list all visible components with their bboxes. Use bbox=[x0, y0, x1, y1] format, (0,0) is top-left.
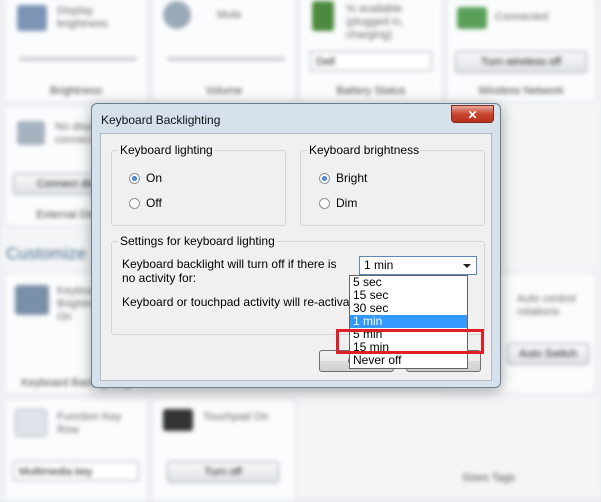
multimedia-key-select[interactable]: Multimedia key bbox=[13, 461, 139, 481]
dropdown-option[interactable]: Never off bbox=[350, 354, 467, 367]
settings-title: Settings for keyboard lighting bbox=[118, 234, 277, 248]
turn-off-touchpad-button[interactable]: Turn off bbox=[167, 461, 279, 483]
keyboard-brightness-group: Keyboard brightness Bright Dim bbox=[300, 143, 485, 226]
wireless-tile: Connected Turn wireless off Wireless Net… bbox=[446, 0, 596, 102]
power-plan-select[interactable]: Dell bbox=[310, 51, 432, 71]
battery-status-text: % available (plugged in, charging) bbox=[346, 3, 404, 41]
battery-tile: % available (plugged in, charging) Dell … bbox=[299, 0, 443, 102]
footer-text: Sizes Tags bbox=[462, 472, 515, 484]
volume-slider[interactable] bbox=[167, 57, 285, 61]
touchpad-icon bbox=[163, 409, 193, 431]
touchpad-text: Touchpad On bbox=[203, 411, 269, 423]
reactivate-label: Keyboard or touchpad activity will re-ac… bbox=[122, 295, 369, 309]
brightness-slider[interactable] bbox=[19, 57, 137, 61]
timeout-label: Keyboard backlight will turn off if ther… bbox=[122, 257, 337, 285]
brightness-caption: Brightness bbox=[50, 85, 102, 97]
touchpad-tile: Touchpad On Turn off bbox=[152, 398, 296, 502]
turn-wireless-off-button[interactable]: Turn wireless off bbox=[455, 51, 587, 73]
volume-caption: Volume bbox=[205, 85, 243, 97]
brightness-bright-label: Bright bbox=[336, 171, 368, 185]
wireless-bars-icon bbox=[457, 7, 487, 29]
brightness-dim-radio[interactable]: Dim bbox=[319, 196, 357, 210]
speaker-icon bbox=[163, 1, 191, 29]
lighting-on-label: On bbox=[146, 171, 163, 185]
projector-icon bbox=[17, 121, 45, 145]
battery-icon bbox=[312, 1, 334, 31]
volume-tile: Mute Volume bbox=[152, 0, 296, 102]
lighting-off-label: Off bbox=[146, 196, 162, 210]
timeout-dropdown-list[interactable]: 5 sec 15 sec 30 sec 1 min 5 min 15 min Never o… bbox=[349, 275, 468, 369]
function-key-icon bbox=[15, 409, 47, 437]
keyboard-icon bbox=[15, 285, 49, 315]
dialog-title: Keyboard Backlighting bbox=[101, 113, 221, 127]
radio-unselected-icon bbox=[319, 198, 330, 209]
customize-heading: Customize bbox=[6, 244, 87, 263]
battery-status-caption: Battery Status bbox=[336, 85, 406, 97]
radio-selected-icon bbox=[319, 173, 330, 184]
display-icon bbox=[17, 5, 47, 31]
brightness-dim-label: Dim bbox=[336, 196, 358, 210]
brightness-tile: Display brightness Brightness bbox=[4, 0, 148, 102]
close-button[interactable]: ✕ bbox=[451, 105, 494, 123]
brightness-bright-radio[interactable]: Bright bbox=[319, 171, 367, 185]
timeout-combobox[interactable]: 1 min bbox=[359, 256, 477, 275]
radio-unselected-icon bbox=[129, 198, 140, 209]
display-brightness-text: Display brightness bbox=[57, 5, 108, 30]
wireless-network-caption: Wireless Network bbox=[478, 85, 564, 97]
rotate-text: Auto control rotations bbox=[517, 293, 576, 318]
keyboard-lighting-group: Keyboard lighting On Off bbox=[111, 143, 286, 226]
auto-switch-button[interactable]: Auto Switch bbox=[507, 343, 589, 365]
chevron-down-icon[interactable] bbox=[463, 264, 471, 268]
mute-text: Mute bbox=[217, 9, 242, 21]
lighting-on-radio[interactable]: On bbox=[129, 171, 162, 185]
keyboard-brightness-title: Keyboard brightness bbox=[307, 143, 422, 157]
radio-selected-icon bbox=[129, 173, 140, 184]
connected-text: Connected bbox=[495, 11, 549, 23]
timeout-combobox-value: 1 min bbox=[364, 258, 394, 272]
function-key-row-text: Function Key Row bbox=[57, 411, 122, 436]
keyboard-lighting-title: Keyboard lighting bbox=[118, 143, 215, 157]
function-key-tile: Function Key Row Multimedia key bbox=[4, 398, 148, 502]
lighting-off-radio[interactable]: Off bbox=[129, 196, 162, 210]
red-highlight-box bbox=[336, 329, 484, 354]
